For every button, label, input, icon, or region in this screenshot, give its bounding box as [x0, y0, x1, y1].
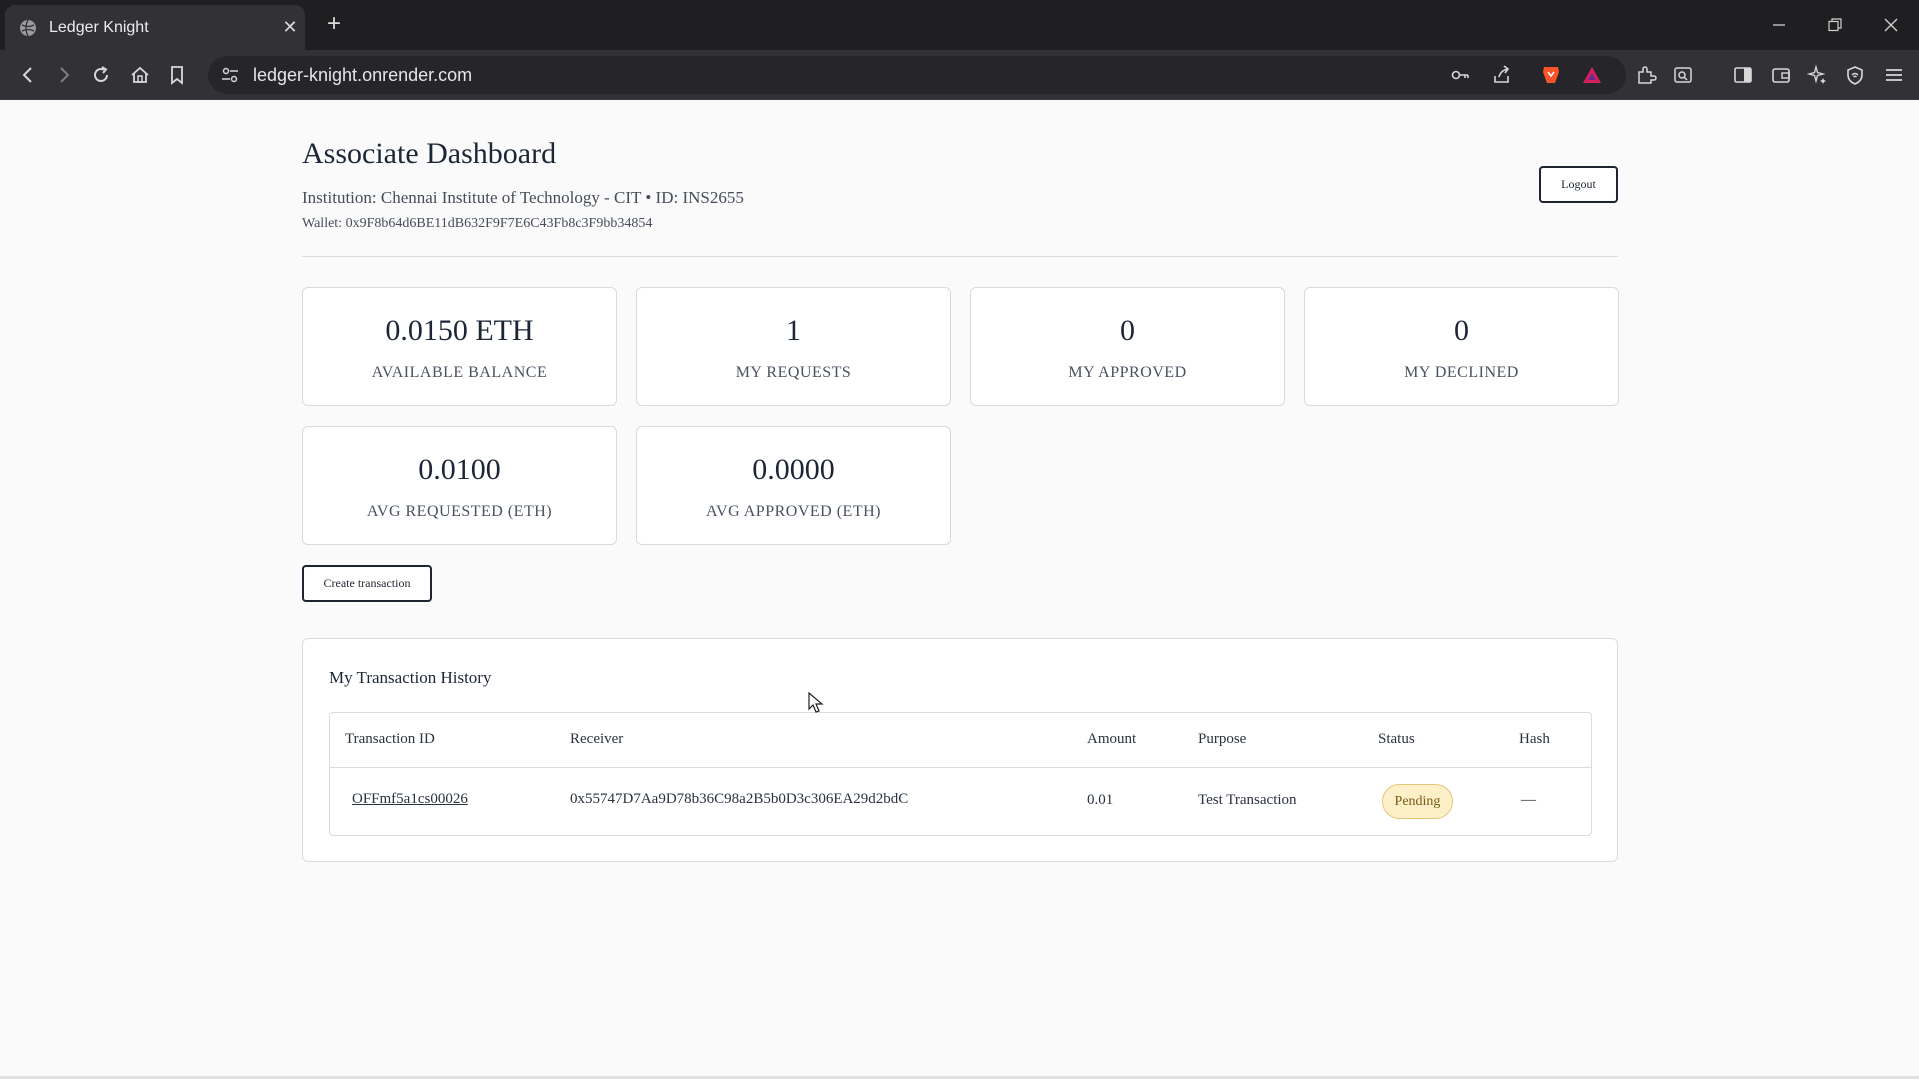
- url-text[interactable]: ledger-knight.onrender.com: [253, 65, 472, 86]
- mouse-cursor-icon: [808, 691, 824, 719]
- address-bar[interactable]: ledger-knight.onrender.com: [208, 56, 1626, 94]
- institution-info: Institution: Chennai Institute of Techno…: [302, 188, 744, 207]
- browser-toolbar: ledger-knight.onrender.com: [0, 50, 1919, 100]
- reload-icon[interactable]: [89, 63, 113, 87]
- transaction-table: Transaction ID Receiver Amount Purpose S…: [329, 712, 1592, 836]
- wallet-address: Wallet: 0x9F8b64d6BE11dB632F9F7E6C43Fb8c…: [302, 216, 653, 231]
- create-transaction-button[interactable]: Create transaction: [302, 565, 432, 602]
- stat-card-my-requests: 1 MY REQUESTS: [636, 287, 951, 406]
- col-receiver: Receiver: [570, 731, 624, 747]
- home-icon[interactable]: [128, 63, 152, 87]
- share-icon[interactable]: [1490, 63, 1514, 87]
- brave-rewards-icon[interactable]: [1580, 63, 1604, 87]
- menu-icon[interactable]: [1882, 63, 1906, 87]
- site-settings-icon[interactable]: [218, 63, 242, 87]
- stat-card-avg-requested: 0.0100 AVG REQUESTED (ETH): [302, 426, 617, 545]
- stat-label: MY APPROVED: [1068, 364, 1187, 381]
- col-hash: Hash: [1519, 731, 1550, 747]
- stat-card-available-balance: 0.0150 ETH AVAILABLE BALANCE: [302, 287, 617, 406]
- browser-tabbar: Ledger Knight ✕ +: [0, 0, 1919, 50]
- stat-label: AVAILABLE BALANCE: [371, 364, 548, 381]
- page-title: Associate Dashboard: [302, 137, 557, 170]
- stat-value: 0.0150 ETH: [385, 314, 534, 347]
- stat-label: AVG REQUESTED (ETH): [366, 503, 553, 520]
- col-purpose: Purpose: [1198, 731, 1247, 747]
- col-status: Status: [1378, 731, 1415, 747]
- hash-value: —: [1521, 792, 1536, 808]
- stat-value: 0: [1120, 314, 1135, 347]
- brave-shields-icon[interactable]: [1539, 63, 1563, 87]
- password-key-icon[interactable]: [1448, 63, 1472, 87]
- tab-close-icon[interactable]: ✕: [275, 17, 305, 38]
- close-window-icon[interactable]: [1863, 0, 1919, 50]
- stat-label: AVG APPROVED (ETH): [706, 503, 881, 520]
- table-header: Transaction ID Receiver Amount Purpose S…: [330, 713, 1591, 768]
- leo-ai-icon[interactable]: [1806, 63, 1830, 87]
- browser-tab[interactable]: Ledger Knight ✕: [5, 5, 305, 50]
- col-transaction-id: Transaction ID: [345, 731, 435, 747]
- transaction-id-link[interactable]: OFFmf5a1cs00026: [352, 791, 468, 808]
- vpn-icon[interactable]: [1843, 63, 1867, 87]
- stat-value: 0: [1454, 314, 1469, 347]
- tab-search-icon[interactable]: [1671, 63, 1695, 87]
- stat-value: 1: [786, 314, 801, 347]
- receiver-address: 0x55747D7Aa9D78b36C98a2B5b0D3c306EA29d2b…: [570, 791, 909, 807]
- bookmark-icon[interactable]: [165, 63, 189, 87]
- globe-icon: [19, 19, 37, 37]
- stat-card-my-declined: 0 MY DECLINED: [1304, 287, 1619, 406]
- extensions-icon[interactable]: [1634, 63, 1658, 87]
- restore-icon[interactable]: [1807, 0, 1863, 50]
- stat-label: MY DECLINED: [1404, 364, 1519, 381]
- stat-card-my-approved: 0 MY APPROVED: [970, 287, 1285, 406]
- stat-value: 0.0100: [418, 453, 501, 486]
- stat-card-avg-approved: 0.0000 AVG APPROVED (ETH): [636, 426, 951, 545]
- back-icon[interactable]: [16, 63, 40, 87]
- col-amount: Amount: [1087, 731, 1137, 747]
- dashboard-page: Associate Dashboard Institution: Chennai…: [0, 101, 1919, 1079]
- purpose-value: Test Transaction: [1198, 792, 1297, 808]
- new-tab-button[interactable]: +: [320, 11, 348, 39]
- logout-button[interactable]: Logout: [1539, 166, 1618, 203]
- forward-icon[interactable]: [52, 63, 76, 87]
- amount-value: 0.01: [1087, 792, 1114, 808]
- history-title: My Transaction History: [329, 668, 492, 687]
- stat-value: 0.0000: [752, 453, 835, 486]
- minimize-icon[interactable]: [1751, 0, 1807, 50]
- status-badge: Pending: [1382, 784, 1453, 819]
- tab-title: Ledger Knight: [49, 18, 149, 36]
- transaction-history-panel: My Transaction History Transaction ID Re…: [302, 638, 1618, 862]
- sidebar-icon[interactable]: [1731, 63, 1755, 87]
- header-divider: [302, 256, 1618, 257]
- stat-label: MY REQUESTS: [735, 364, 852, 381]
- wallet-icon[interactable]: [1769, 63, 1793, 87]
